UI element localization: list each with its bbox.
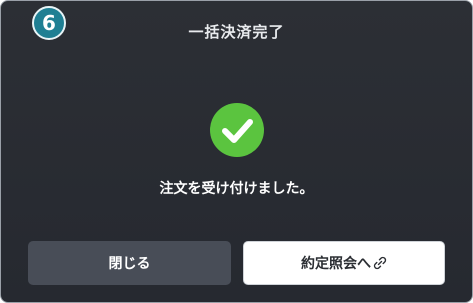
dialog-title: 一括決済完了: [188, 23, 285, 41]
order-complete-dialog: 6 一括決済完了 注文を受け付けました。 閉じる 約定照会へ: [0, 0, 473, 303]
contract-inquiry-label: 約定照会へ: [301, 256, 371, 272]
contract-inquiry-button[interactable]: 約定照会へ: [243, 241, 445, 285]
confirmation-message: 注文を受け付けました。: [159, 181, 314, 197]
check-circle-icon: [210, 103, 264, 157]
close-button-label: 閉じる: [108, 256, 151, 272]
close-button[interactable]: 閉じる: [28, 241, 231, 285]
link-icon: [373, 256, 387, 270]
